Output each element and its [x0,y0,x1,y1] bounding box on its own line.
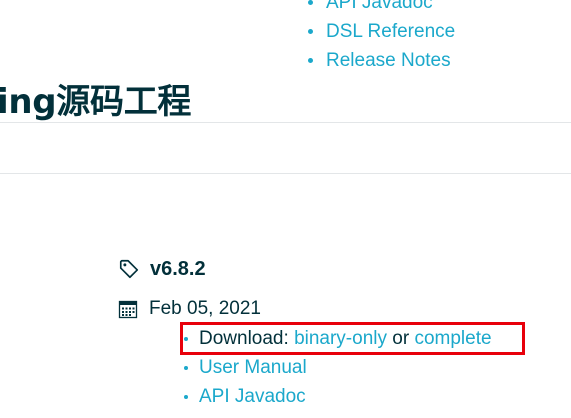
release-api-javadoc-link[interactable]: API Javadoc [199,386,306,407]
bullet-icon [308,0,313,5]
binary-only-link[interactable]: binary-only [294,328,387,349]
user-manual-link[interactable]: User Manual [199,357,307,378]
bullet-icon [184,395,188,399]
download-item: Download: binary-only or complete [182,324,492,353]
calendar-icon [118,300,138,319]
api-javadoc-item: API Javadoc [182,382,492,411]
release-date-row: Feb 05, 2021 [118,296,261,322]
bullet-icon [184,337,188,341]
api-javadoc-link[interactable]: API Javadoc [326,0,433,13]
user-manual-item: User Manual [182,353,492,382]
release-notes-link[interactable]: Release Notes [326,50,451,66]
or-text: or [387,328,415,349]
top-nav-item-dsl-reference: DSL Reference [302,17,562,46]
top-nav-item-release-notes: Release Notes [302,46,562,66]
release-links-list: Download: binary-only or complete User M… [182,324,492,411]
divider [0,122,571,123]
top-nav-list: API Javadoc DSL Reference Release Notes [302,0,562,66]
bullet-icon [308,29,313,34]
release-version: v6.8.2 [150,258,206,280]
dsl-reference-link[interactable]: DSL Reference [326,21,455,42]
release-date: Feb 05, 2021 [149,298,261,319]
bullet-icon [308,58,313,63]
top-nav-item-api-javadoc: API Javadoc [302,0,562,17]
release-version-row: v6.8.2 [118,256,206,282]
page: API Javadoc DSL Reference Release Notes … [0,0,571,418]
complete-link[interactable]: complete [414,328,491,349]
divider [0,173,571,174]
download-label: Download: [199,328,295,349]
page-title: ing源码工程 [0,82,192,122]
tag-icon [119,259,139,279]
bullet-icon [184,366,188,370]
